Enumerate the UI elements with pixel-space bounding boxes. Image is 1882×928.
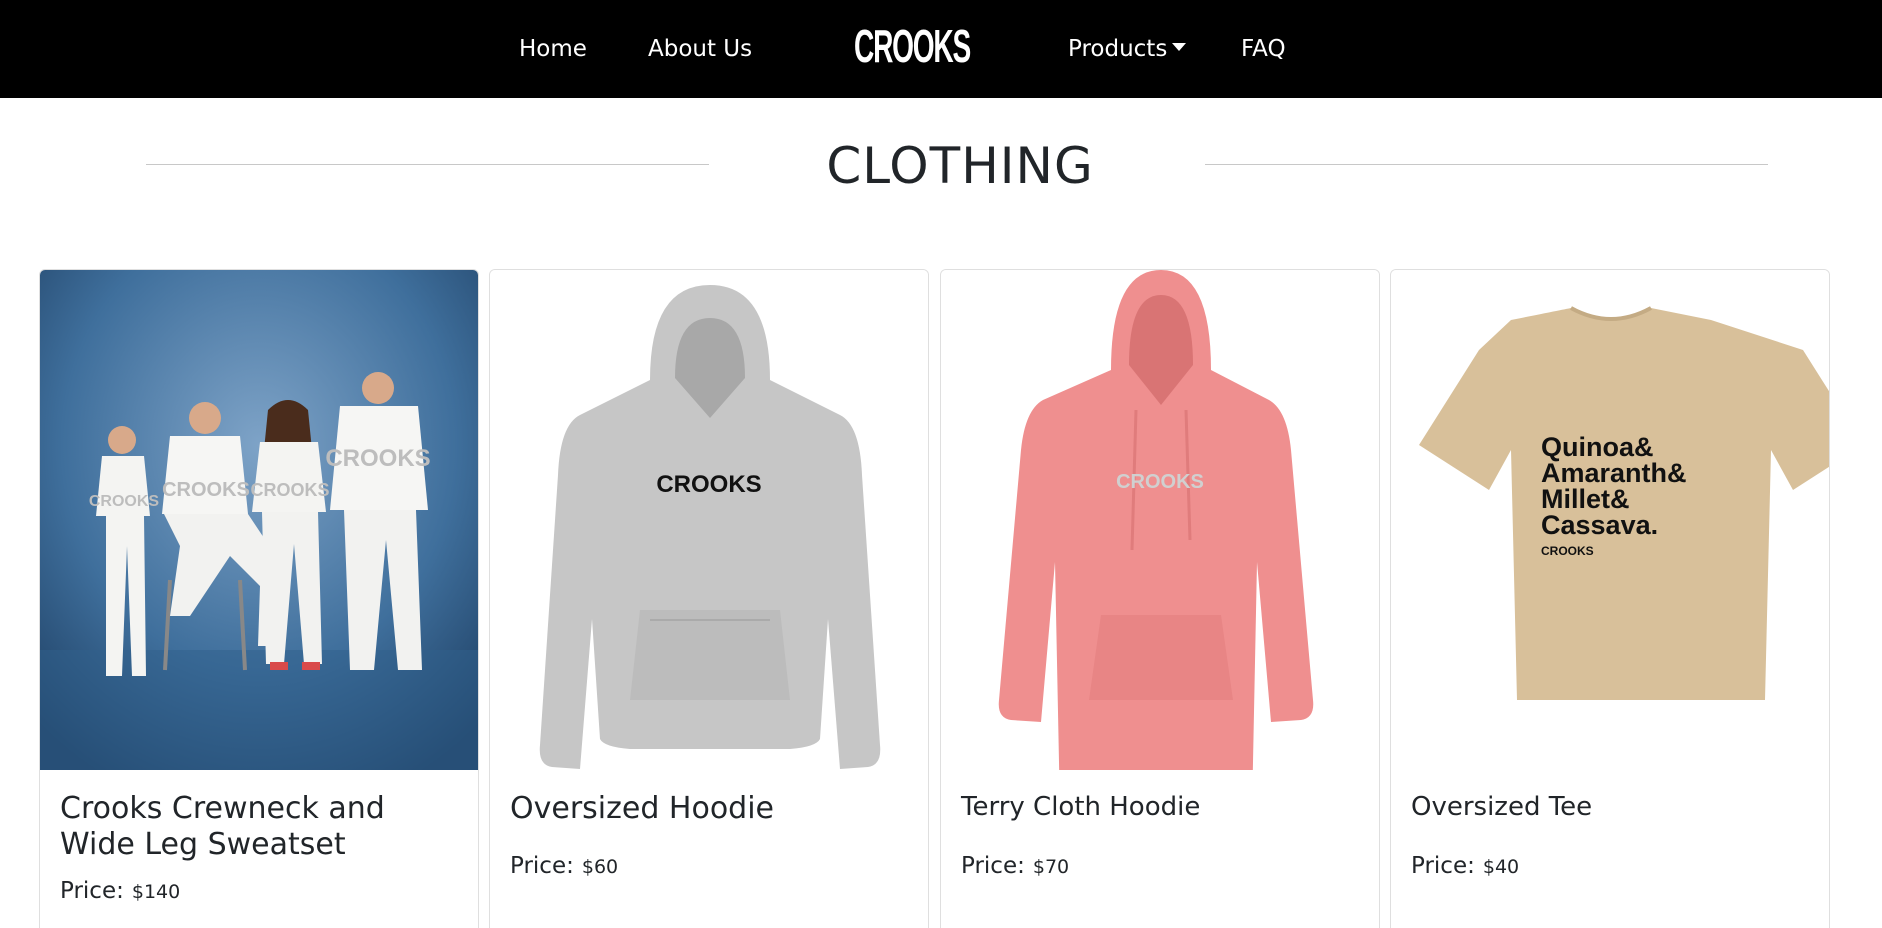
price-value: $140 [131, 881, 181, 903]
nav-faq-link[interactable]: FAQ [1241, 34, 1286, 64]
svg-text:CROOKS: CROOKS [325, 445, 430, 472]
product-image-oversized-tee[interactable]: Quinoa& Amaranth& Millet& Cassava. CROOK… [1391, 270, 1829, 770]
product-price: Price: $60 [510, 851, 618, 882]
svg-text:CROOKS: CROOKS [1116, 471, 1204, 493]
price-label: Price: [60, 878, 124, 904]
product-title[interactable]: Terry Cloth Hoodie [961, 789, 1361, 825]
product-card: CROOKS Terry Cloth Hoodie Price: $70 [940, 269, 1380, 928]
price-label: Price: [1411, 853, 1475, 879]
navbar: Home About Us CROOKS Products FAQ [0, 0, 1882, 98]
svg-text:CROOKS: CROOKS [250, 480, 329, 500]
svg-text:CROOKS: CROOKS [89, 493, 160, 510]
price-label: Price: [510, 853, 574, 879]
product-image-terry-cloth-hoodie[interactable]: CROOKS [941, 270, 1379, 770]
svg-text:CROOKS: CROOKS [1541, 544, 1594, 558]
heading-divider-left [146, 164, 709, 165]
product-title[interactable]: Oversized Tee [1411, 789, 1811, 825]
price-value: $60 [581, 856, 619, 878]
crooks-logo[interactable]: CROOKS [852, 20, 972, 68]
svg-text:CROOKS: CROOKS [656, 471, 761, 498]
svg-text:CROOKS: CROOKS [162, 479, 250, 501]
nav-products-label: Products [1068, 36, 1168, 62]
product-image-sweatset[interactable]: CROOKS CROOKS CROOKS CROOKS [40, 270, 478, 770]
nav-home-link[interactable]: Home [519, 34, 587, 64]
price-value: $70 [1032, 856, 1070, 878]
svg-text:CROOKS: CROOKS [854, 20, 970, 68]
product-title[interactable]: Crooks Crewneck and Wide Leg Sweatset [60, 791, 460, 863]
product-price: Price: $40 [1411, 851, 1519, 882]
nav-about-link[interactable]: About Us [648, 34, 752, 64]
nav-products-dropdown[interactable]: Products [1068, 34, 1187, 64]
product-card: CROOKS CROOKS CROOKS CROOKS Crooks Crewn… [39, 269, 479, 928]
price-value: $40 [1482, 856, 1520, 878]
heading-divider-right [1205, 164, 1768, 165]
product-price: Price: $140 [60, 876, 180, 907]
section-title: CLOTHING [826, 137, 1094, 195]
product-title[interactable]: Oversized Hoodie [510, 791, 910, 827]
product-card: CROOKS Oversized Hoodie Price: $60 [489, 269, 929, 928]
product-card: Quinoa& Amaranth& Millet& Cassava. CROOK… [1390, 269, 1830, 928]
price-label: Price: [961, 853, 1025, 879]
product-image-oversized-hoodie[interactable]: CROOKS [490, 270, 928, 770]
caret-down-icon [1172, 43, 1187, 51]
product-price: Price: $70 [961, 851, 1069, 882]
